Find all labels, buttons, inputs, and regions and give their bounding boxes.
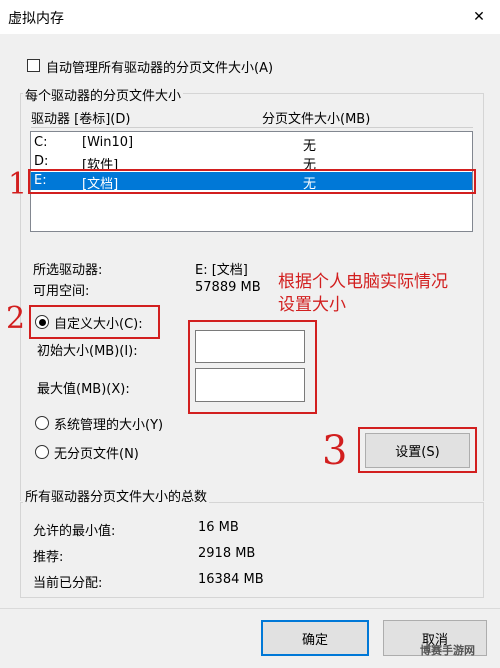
drive-letter: D: xyxy=(34,154,49,169)
drive-size: 无 xyxy=(303,139,317,154)
custom-size-radio[interactable] xyxy=(35,315,49,329)
initial-size-label: 初始大小(MB)(I): xyxy=(37,344,138,359)
auto-manage-label[interactable]: 自动管理所有驱动器的分页文件大小(A) xyxy=(46,57,273,76)
system-managed-radio[interactable] xyxy=(35,416,49,430)
drive-label: [Win10] xyxy=(82,135,134,150)
selected-drive-label: 所选驱动器: xyxy=(33,263,103,278)
drive-row[interactable]: C: [Win10] 无 xyxy=(31,134,472,154)
annotation-note-line1: 根据个人电脑实际情况 xyxy=(278,272,448,292)
recommended-label: 推荐: xyxy=(33,550,64,565)
initial-size-input[interactable] xyxy=(195,330,305,363)
annotation-note-line2: 设置大小 xyxy=(278,295,346,315)
close-button[interactable]: ✕ xyxy=(462,2,496,32)
max-size-label: 最大值(MB)(X): xyxy=(37,382,130,397)
ok-button-label: 确定 xyxy=(301,632,328,648)
free-space-value: 57889 MB xyxy=(195,280,261,295)
current-allocated-label: 当前已分配: xyxy=(33,576,103,591)
close-icon: ✕ xyxy=(473,9,485,25)
auto-manage-checkbox[interactable] xyxy=(27,59,40,72)
step1-marker: 1 xyxy=(8,167,28,202)
no-paging-radio[interactable] xyxy=(35,445,49,459)
header-separator xyxy=(31,127,473,128)
free-space-label: 可用空间: xyxy=(33,284,90,299)
custom-size-label[interactable]: 自定义大小(C): xyxy=(54,313,143,332)
radio-selected-dot xyxy=(38,318,46,326)
system-managed-label[interactable]: 系统管理的大小(Y) xyxy=(54,414,163,433)
total-group-legend: 所有驱动器分页文件大小的总数 xyxy=(23,486,210,505)
min-allowed-value: 16 MB xyxy=(198,520,239,535)
selected-drive-value: E: [文档] xyxy=(195,263,248,278)
column-header-drive: 驱动器 [卷标](D) xyxy=(31,112,131,127)
column-header-size: 分页文件大小(MB) xyxy=(262,112,371,127)
recommended-value: 2918 MB xyxy=(198,546,256,561)
current-allocated-value: 16384 MB xyxy=(198,572,264,587)
drives-group-legend: 每个驱动器的分页文件大小 xyxy=(23,85,184,104)
drive-letter: C: xyxy=(34,135,48,150)
max-size-input[interactable] xyxy=(195,368,305,402)
watermark: 博赛手游网 xyxy=(420,644,475,657)
set-button[interactable]: 设置(S) xyxy=(365,433,470,468)
min-allowed-label: 允许的最小值: xyxy=(33,524,116,539)
ok-button[interactable]: 确定 xyxy=(261,620,369,656)
step1-highlight-box xyxy=(28,169,476,194)
step2-marker: 2 xyxy=(6,301,26,336)
window-title: 虚拟内存 xyxy=(8,11,64,27)
no-paging-label[interactable]: 无分页文件(N) xyxy=(54,443,139,462)
title-bar xyxy=(0,0,500,34)
step3-marker: 3 xyxy=(322,428,348,474)
set-button-label: 设置(S) xyxy=(395,445,440,460)
